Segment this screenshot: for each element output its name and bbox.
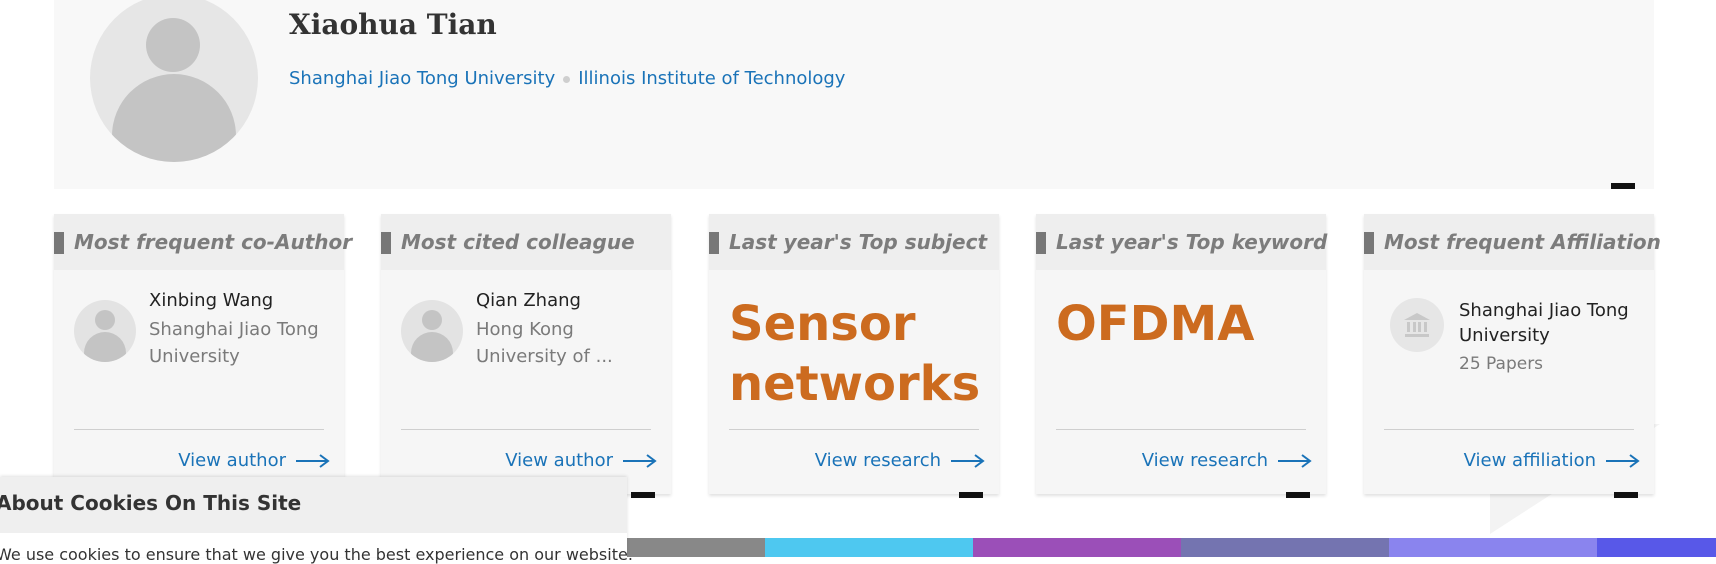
card-top-keyword: Last year's Top keyword OFDMA View resea… <box>1036 214 1328 498</box>
view-research-label: View research <box>1141 450 1268 471</box>
institution-icon[interactable] <box>1390 298 1444 352</box>
colleague-name[interactable]: Qian Zhang <box>476 290 661 311</box>
cookie-banner: About Cookies On This Site We use cookie… <box>0 477 633 564</box>
card-header: Most frequent Affiliation <box>1364 214 1661 270</box>
card-frequent-affiliation: Most frequent Affiliation Shanghai Jiao … <box>1364 214 1661 498</box>
arrow-right-icon <box>296 454 330 468</box>
header-accent-bar <box>381 232 391 254</box>
corner-mark <box>631 492 655 498</box>
arrow-right-icon <box>1606 454 1640 468</box>
profile-header: Xiaohua Tian Shanghai Jiao Tong Universi… <box>54 0 1654 189</box>
card-co-author: Most frequent co-Author Xinbing Wang Sha… <box>54 214 352 494</box>
card-cited-colleague: Most cited colleague Qian Zhang Hong Kon… <box>381 214 671 498</box>
affiliation-name[interactable]: Shanghai Jiao Tong University <box>1459 298 1644 348</box>
card-header: Last year's Top keyword <box>1036 214 1328 270</box>
view-author-label: View author <box>178 450 286 471</box>
card-header: Last year's Top subject <box>709 214 999 270</box>
arrow-right-icon <box>623 454 657 468</box>
person-avatar[interactable] <box>74 300 136 362</box>
view-research-link[interactable]: View research <box>815 450 985 471</box>
author-affiliations: Shanghai Jiao Tong University Illinois In… <box>289 68 845 89</box>
top-keyword-value: OFDMA <box>1056 296 1255 352</box>
card-title: Last year's Top subject <box>729 230 987 254</box>
affiliation-link-2[interactable]: Illinois Institute of Technology <box>578 68 845 89</box>
divider <box>729 429 979 430</box>
cookie-text: We use cookies to ensure that we give yo… <box>0 545 633 564</box>
corner-mark <box>1614 492 1638 498</box>
corner-mark <box>1286 492 1310 498</box>
affiliation-link-1[interactable]: Shanghai Jiao Tong University <box>289 68 555 89</box>
divider <box>401 429 651 430</box>
divider <box>74 429 324 430</box>
header-accent-bar <box>54 232 64 254</box>
view-author-link[interactable]: View author <box>505 450 657 471</box>
arrow-right-icon <box>1278 454 1312 468</box>
coauthor-name[interactable]: Xinbing Wang <box>149 290 334 311</box>
card-title: Most cited colleague <box>401 230 635 254</box>
paper-count: 25 Papers <box>1459 354 1544 374</box>
header-accent-bar <box>1036 232 1046 254</box>
colleague-affiliation: Hong Kong University of ... <box>476 319 613 367</box>
view-author-label: View author <box>505 450 613 471</box>
corner-mark <box>959 492 983 498</box>
divider <box>1056 429 1306 430</box>
author-name: Xiaohua Tian <box>289 8 497 41</box>
card-title: Most frequent Affiliation <box>1384 230 1661 254</box>
view-affiliation-link[interactable]: View affiliation <box>1464 450 1640 471</box>
card-title: Most frequent co-Author <box>74 230 353 254</box>
person-avatar[interactable] <box>401 300 463 362</box>
cookie-header: About Cookies On This Site <box>0 477 627 533</box>
header-accent-bar <box>1364 232 1374 254</box>
view-research-label: View research <box>814 450 941 471</box>
author-avatar <box>90 0 258 162</box>
arrow-right-icon <box>951 454 985 468</box>
card-header: Most frequent co-Author <box>54 214 352 270</box>
cookie-title: About Cookies On This Site <box>0 491 302 515</box>
separator-dot <box>563 75 571 83</box>
card-title: Last year's Top keyword <box>1056 230 1328 254</box>
view-author-link[interactable]: View author <box>178 450 330 471</box>
card-top-subject: Last year's Top subject Sensor networks … <box>709 214 999 498</box>
color-stripe <box>627 538 1716 557</box>
divider <box>1384 429 1634 430</box>
card-header: Most cited colleague <box>381 214 671 270</box>
coauthor-affiliation: Shanghai Jiao Tong University <box>149 319 319 367</box>
corner-mark <box>1611 183 1635 189</box>
top-subject-value: Sensor networks <box>729 296 981 412</box>
header-accent-bar <box>709 232 719 254</box>
view-research-link[interactable]: View research <box>1142 450 1312 471</box>
view-affiliation-label: View affiliation <box>1463 450 1596 471</box>
